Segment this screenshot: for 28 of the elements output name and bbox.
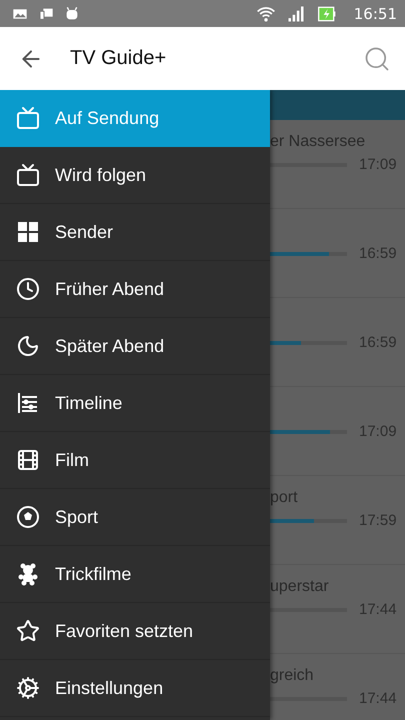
- grid-icon: [16, 220, 40, 244]
- drawer-item[interactable]: Timeline: [0, 375, 270, 432]
- ball-icon: [16, 505, 40, 529]
- drawer-item[interactable]: Sport: [0, 489, 270, 546]
- devices-icon: [38, 6, 54, 22]
- drawer-item[interactable]: Einstellungen: [0, 660, 270, 717]
- signal-icon: [286, 4, 306, 24]
- drawer-item[interactable]: Trickfilme: [0, 546, 270, 603]
- star-icon: [16, 619, 40, 643]
- search-icon[interactable]: [363, 44, 391, 72]
- drawer-item[interactable]: Film: [0, 432, 270, 489]
- tv-icon: [16, 106, 40, 130]
- drawer-item[interactable]: Favoriten setzten: [0, 603, 270, 660]
- drawer-item[interactable]: Später Abend: [0, 318, 270, 375]
- clock-time: 16:51: [354, 4, 397, 22]
- drawer-item[interactable]: Sender: [0, 204, 270, 261]
- film-icon: [16, 448, 40, 472]
- battery-icon: [316, 4, 338, 24]
- teddy-bear-icon: [16, 562, 40, 586]
- clock-icon: [16, 277, 40, 301]
- drawer-item[interactable]: Früher Abend: [0, 261, 270, 318]
- timeline-icon: [16, 391, 40, 415]
- settings-icon: [16, 676, 40, 700]
- robot-icon: [64, 6, 80, 22]
- moon-icon: [16, 334, 40, 358]
- app-title: TV Guide+: [70, 47, 168, 70]
- drawer-item[interactable]: Wird folgen: [0, 147, 270, 204]
- tv-icon: [16, 163, 40, 187]
